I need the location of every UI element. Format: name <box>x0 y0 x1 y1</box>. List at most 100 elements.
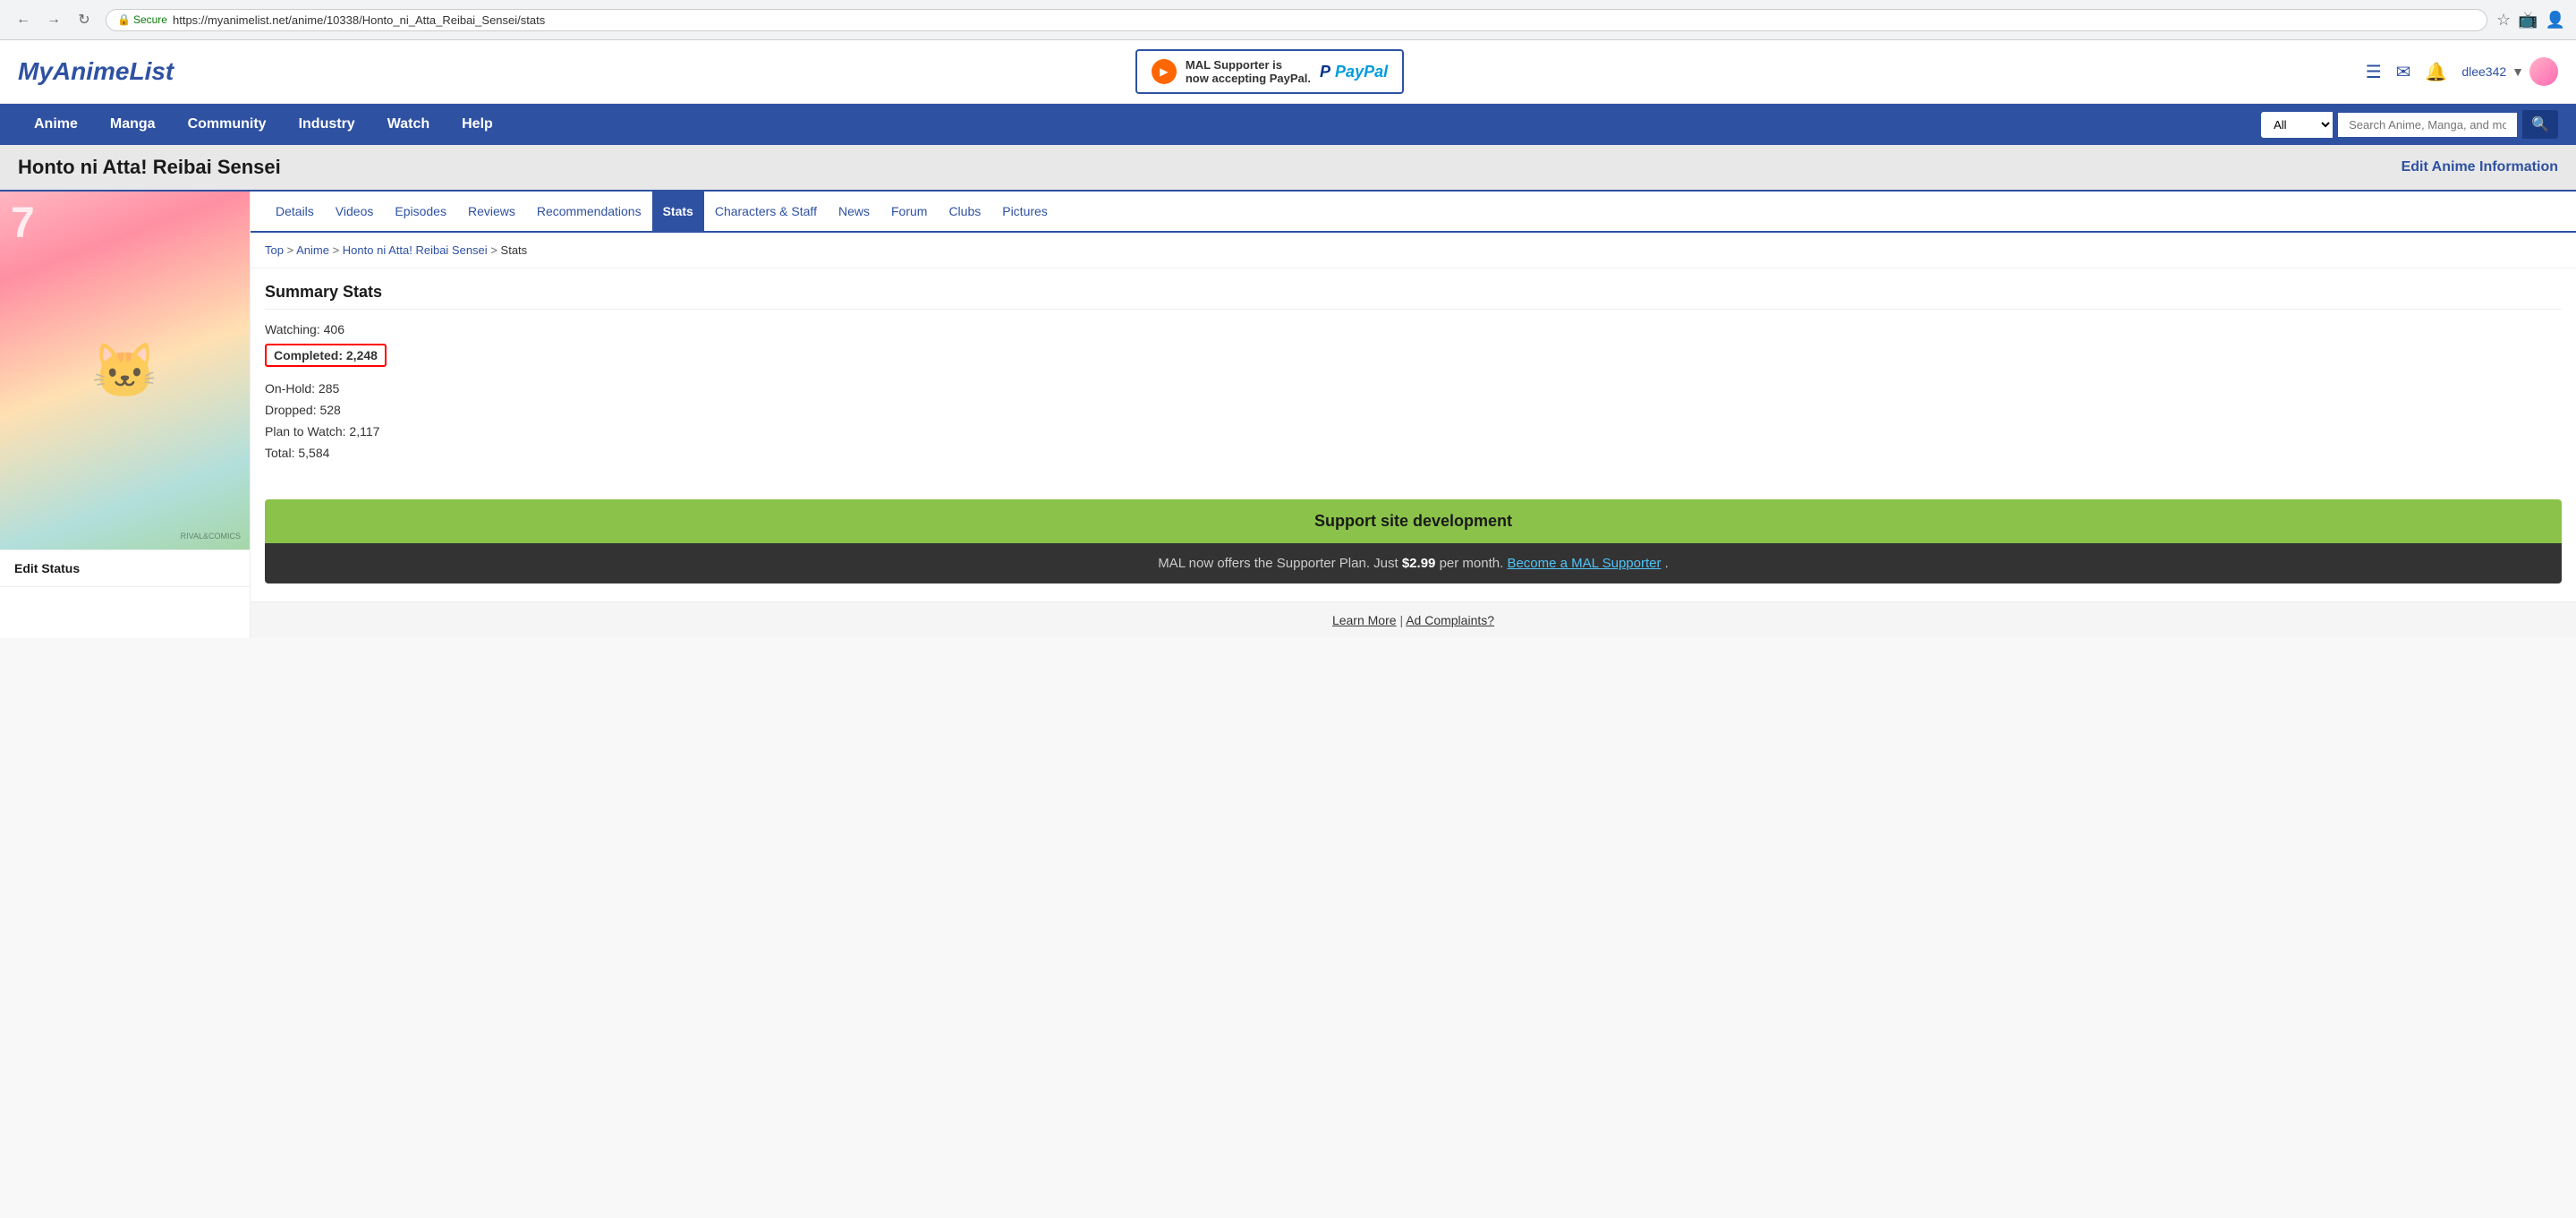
tab-pictures[interactable]: Pictures <box>991 192 1058 231</box>
avatar-image <box>2529 57 2558 86</box>
stat-plantowatch: Plan to Watch: 2,117 <box>265 424 2562 439</box>
mail-icon[interactable]: ✉ <box>2396 61 2411 83</box>
paypal-logo: P PayPal <box>1320 63 1388 81</box>
cover-emoji: 🐱 <box>91 339 158 403</box>
tab-recommendations[interactable]: Recommendations <box>526 192 652 231</box>
breadcrumb-sep2: > <box>333 243 343 257</box>
header-center: ▶ MAL Supporter is now accepting PayPal.… <box>1135 49 1404 94</box>
stat-onhold-label: On-Hold: <box>265 381 319 396</box>
anime-cover: 7 RIVAL&COMICS 🐱 <box>0 192 250 549</box>
paypal-line2: now accepting PayPal. <box>1186 72 1311 85</box>
breadcrumb-series[interactable]: Honto ni Atta! Reibai Sensei <box>343 243 488 257</box>
search-area: All Anime Manga 🔍 <box>2261 110 2558 139</box>
stat-watching-value: 406 <box>324 322 344 336</box>
tab-news[interactable]: News <box>828 192 880 231</box>
learn-more-link[interactable]: Learn More <box>1332 613 1397 627</box>
tab-stats[interactable]: Stats <box>652 192 704 231</box>
breadcrumb-current: Stats <box>501 243 528 257</box>
support-period: . <box>1665 556 1669 571</box>
nav-links: Anime Manga Community Industry Watch Hel… <box>18 104 509 145</box>
tab-videos[interactable]: Videos <box>325 192 385 231</box>
stat-dropped-label: Dropped: <box>265 403 319 417</box>
url-text[interactable]: https://myanimelist.net/anime/10338/Hont… <box>173 13 2476 27</box>
main-nav: Anime Manga Community Industry Watch Hel… <box>0 104 2576 145</box>
become-supporter-link[interactable]: Become a MAL Supporter <box>1507 556 1661 571</box>
left-sidebar: 7 RIVAL&COMICS 🐱 Edit Status <box>0 192 251 638</box>
stat-completed-value: 2,248 <box>346 348 378 362</box>
forward-button[interactable]: → <box>41 7 66 32</box>
tab-clubs[interactable]: Clubs <box>938 192 991 231</box>
secure-label: Secure <box>133 13 167 26</box>
profile-icon[interactable]: 👤 <box>2546 11 2565 30</box>
main-content: 7 RIVAL&COMICS 🐱 Edit Status Details Vid… <box>0 192 2576 638</box>
header-right: ☰ ✉ 🔔 dlee342 ▼ <box>2366 57 2558 86</box>
stat-total: Total: 5,584 <box>265 446 2562 460</box>
breadcrumb: Top > Anime > Honto ni Atta! Reibai Sens… <box>251 233 2576 268</box>
stats-section-title: Summary Stats <box>265 283 2562 310</box>
user-menu[interactable]: dlee342 ▼ <box>2461 57 2558 86</box>
edit-status-label: Edit Status <box>0 549 250 586</box>
browser-actions: ☆ 📺 👤 <box>2496 11 2565 30</box>
secure-badge: 🔒 Secure <box>117 13 167 26</box>
bell-icon[interactable]: 🔔 <box>2425 61 2447 83</box>
paypal-line1: MAL Supporter is <box>1186 58 1311 72</box>
breadcrumb-sep1: > <box>287 243 297 257</box>
search-button[interactable]: 🔍 <box>2522 110 2558 139</box>
stat-ptw-label: Plan to Watch: <box>265 424 349 439</box>
star-icon[interactable]: ☆ <box>2496 11 2511 30</box>
stat-onhold-value: 285 <box>319 381 339 396</box>
cover-number: 7 <box>11 199 35 248</box>
nav-manga[interactable]: Manga <box>94 104 172 145</box>
support-body-suffix: per month. <box>1440 556 1508 571</box>
page-title-bar: Honto ni Atta! Reibai Sensei Edit Anime … <box>0 145 2576 192</box>
tab-episodes[interactable]: Episodes <box>384 192 457 231</box>
sidebar-divider <box>0 586 250 587</box>
nav-community[interactable]: Community <box>172 104 283 145</box>
site-logo[interactable]: MyAnimeList <box>18 57 174 86</box>
support-body-prefix: MAL now offers the Supporter Plan. Just <box>1158 556 1402 571</box>
stat-dropped-value: 528 <box>319 403 340 417</box>
breadcrumb-sep3: > <box>490 243 500 257</box>
stat-watching: Watching: 406 <box>265 322 2562 336</box>
breadcrumb-anime[interactable]: Anime <box>296 243 329 257</box>
nav-anime[interactable]: Anime <box>18 104 94 145</box>
nav-industry[interactable]: Industry <box>283 104 371 145</box>
stat-ptw-value: 2,117 <box>349 424 379 439</box>
stat-dropped: Dropped: 528 <box>265 403 2562 417</box>
cover-background: 7 RIVAL&COMICS 🐱 <box>0 192 250 549</box>
tab-characters-staff[interactable]: Characters & Staff <box>704 192 828 231</box>
tab-forum[interactable]: Forum <box>880 192 938 231</box>
stat-total-label: Total: <box>265 446 298 460</box>
refresh-button[interactable]: ↻ <box>72 7 97 32</box>
support-banner-body: MAL now offers the Supporter Plan. Just … <box>265 543 2562 583</box>
dropdown-icon: ▼ <box>2512 64 2524 79</box>
breadcrumb-top[interactable]: Top <box>265 243 284 257</box>
address-bar: 🔒 Secure https://myanimelist.net/anime/1… <box>106 9 2487 31</box>
paypal-play-icon: ▶ <box>1152 59 1177 84</box>
menu-icon[interactable]: ☰ <box>2366 61 2382 83</box>
search-input[interactable] <box>2338 113 2517 137</box>
browser-nav-buttons: ← → ↻ <box>11 7 97 32</box>
tab-reviews[interactable]: Reviews <box>457 192 526 231</box>
paypal-text: MAL Supporter is now accepting PayPal. <box>1186 58 1311 85</box>
nav-watch[interactable]: Watch <box>371 104 446 145</box>
edit-anime-link[interactable]: Edit Anime Information <box>2402 159 2558 175</box>
right-content: Details Videos Episodes Reviews Recommen… <box>251 192 2576 638</box>
support-banner-heading: Support site development <box>265 499 2562 543</box>
ad-complaints-link[interactable]: Ad Complaints? <box>1406 613 1494 627</box>
nav-help[interactable]: Help <box>446 104 509 145</box>
stat-completed: Completed: 2,248 <box>265 344 387 367</box>
back-button[interactable]: ← <box>11 7 36 32</box>
page-title: Honto ni Atta! Reibai Sensei <box>18 156 281 179</box>
tab-details[interactable]: Details <box>265 192 325 231</box>
stat-watching-label: Watching: <box>265 322 324 336</box>
lock-icon: 🔒 <box>117 13 131 26</box>
cast-icon[interactable]: 📺 <box>2518 11 2538 30</box>
avatar <box>2529 57 2558 86</box>
support-price: $2.99 <box>1402 556 1436 571</box>
search-select[interactable]: All Anime Manga <box>2261 112 2333 138</box>
username: dlee342 <box>2461 64 2506 79</box>
stat-onhold: On-Hold: 285 <box>265 381 2562 396</box>
stat-total-value: 5,584 <box>298 446 329 460</box>
paypal-banner[interactable]: ▶ MAL Supporter is now accepting PayPal.… <box>1135 49 1404 94</box>
